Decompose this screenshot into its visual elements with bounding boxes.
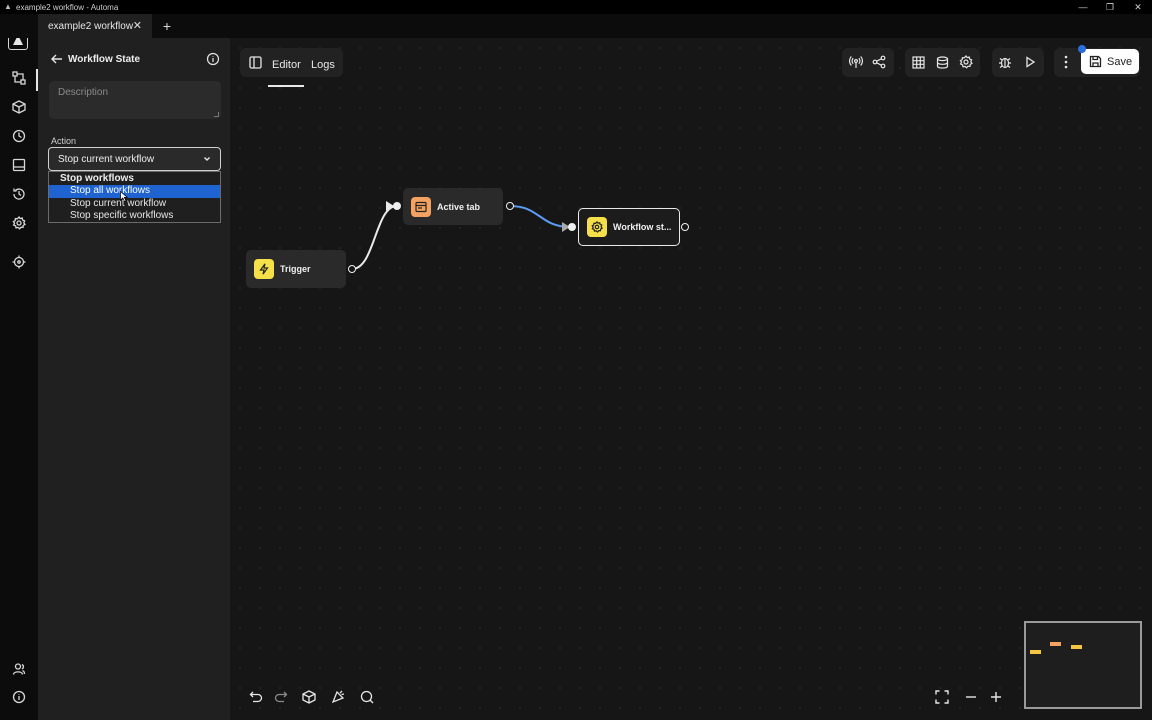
back-arrow-icon[interactable]: [50, 52, 64, 66]
block-settings-panel: Workflow State Description Action Stop c…: [38, 38, 230, 720]
maximize-button[interactable]: ❐: [1096, 0, 1124, 14]
workflow-canvas[interactable]: Editor Logs Save Trigger Active tab Work…: [230, 38, 1152, 720]
node-label: Trigger: [280, 264, 311, 274]
action-select[interactable]: Stop current workflow: [48, 147, 221, 171]
minimap[interactable]: [1024, 621, 1142, 709]
browser-tab-icon: [411, 196, 431, 217]
minimap-node-workflowstate: [1071, 645, 1082, 649]
window-titlebar: ▲ example2 workflow - Automa — ❐ ✕: [0, 0, 1152, 14]
node-label: Workflow st...: [613, 222, 672, 232]
action-label: Action: [51, 136, 77, 146]
settings-icon[interactable]: [9, 213, 29, 233]
window-title: example2 workflow - Automa: [16, 2, 119, 12]
crosshair-icon[interactable]: [9, 252, 29, 272]
fit-view-icon[interactable]: [932, 687, 952, 707]
activetab-input-handle[interactable]: [393, 202, 401, 210]
description-placeholder: Description: [58, 87, 109, 98]
mouse-cursor-icon: [120, 191, 128, 202]
redo-icon[interactable]: [271, 687, 291, 707]
close-tab-icon[interactable]: ✕: [133, 19, 142, 32]
tab-strip: example2 workflow ✕ +: [0, 14, 1152, 38]
minimap-node-activetab: [1050, 642, 1061, 646]
package-icon[interactable]: [299, 687, 319, 707]
app-icon: ▲: [4, 2, 12, 11]
workflows-icon[interactable]: [9, 68, 29, 88]
workflowstate-input-handle[interactable]: [568, 223, 576, 231]
block-info-icon[interactable]: [206, 52, 220, 66]
edge-trigger-activetab[interactable]: [351, 205, 398, 270]
trigger-output-handle[interactable]: [348, 265, 356, 273]
zoom-out-icon[interactable]: [961, 687, 981, 707]
new-tab-button[interactable]: +: [158, 16, 176, 36]
user-icon[interactable]: [9, 659, 29, 679]
edge-activetab-workflowstate[interactable]: [509, 205, 571, 228]
option-stop-current[interactable]: Stop current workflow: [49, 198, 220, 211]
activetab-output-handle[interactable]: [506, 202, 514, 210]
option-stop-specific[interactable]: Stop specific workflows: [49, 210, 220, 223]
search-icon[interactable]: [357, 687, 377, 707]
lightning-icon: [254, 259, 274, 279]
nav-rail: [0, 14, 38, 720]
edges-layer: [351, 201, 571, 270]
node-label: Active tab: [437, 201, 481, 212]
resize-grip[interactable]: [214, 112, 219, 117]
minimap-node-trigger: [1030, 650, 1041, 654]
workflowstate-output-handle[interactable]: [681, 223, 689, 231]
option-stop-all[interactable]: Stop all workflows: [49, 185, 220, 198]
zoom-in-icon[interactable]: [986, 687, 1006, 707]
action-dropdown-list: Stop workflows Stop all workflows Stop c…: [48, 171, 221, 223]
history-icon[interactable]: [9, 184, 29, 204]
close-window-button[interactable]: ✕: [1124, 0, 1152, 14]
description-input[interactable]: Description: [49, 81, 221, 119]
tab-workflow[interactable]: example2 workflow ✕: [38, 14, 152, 38]
node-active-tab[interactable]: Active tab: [403, 188, 503, 225]
auto-arrange-icon[interactable]: [328, 687, 348, 707]
action-select-value: Stop current workflow: [58, 153, 155, 165]
storage-icon[interactable]: [9, 155, 29, 175]
panel-title: Workflow State: [68, 54, 141, 65]
info-icon[interactable]: [9, 687, 29, 707]
undo-icon[interactable]: [246, 687, 266, 707]
gear-icon: [587, 217, 607, 237]
dropdown-group-label: Stop workflows: [60, 173, 134, 184]
chevron-down-icon: [202, 154, 212, 164]
packages-icon[interactable]: [9, 97, 29, 117]
node-trigger[interactable]: Trigger: [246, 250, 346, 288]
minimize-button[interactable]: —: [1069, 0, 1097, 14]
schedule-icon[interactable]: [9, 126, 29, 146]
node-workflow-state[interactable]: Workflow st...: [578, 208, 680, 246]
tab-label: example2 workflow: [48, 20, 134, 32]
